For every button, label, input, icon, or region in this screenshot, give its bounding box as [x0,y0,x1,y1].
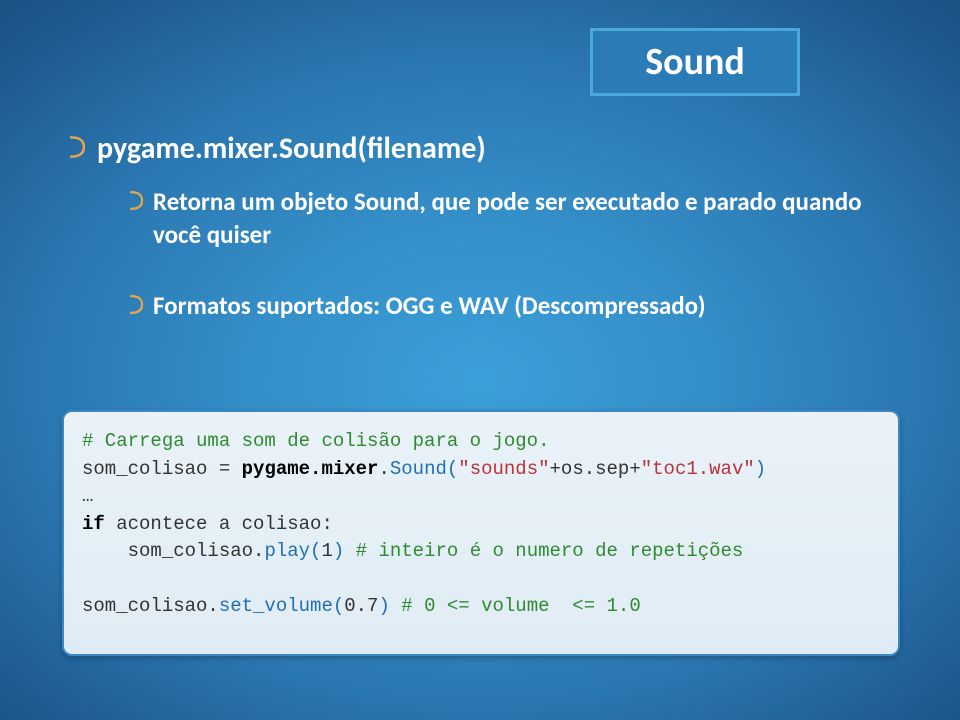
code-text: som_colisao. [82,595,219,617]
bullet-icon [130,295,143,314]
bullet-icon [70,136,85,158]
sub-bullet-desc-text: Retorna um objeto Sound, que pode ser ex… [153,186,890,251]
page-title: Sound [645,39,745,85]
bullet-icon [130,191,143,210]
code-call: Sound( [390,458,458,480]
code-text: acontece a colisao: [105,513,333,535]
code-num: 1 [321,540,332,562]
code-kw: if [82,513,105,535]
code-call: set_volume( [219,595,344,617]
code-num: 0.7 [344,595,378,617]
code-call: ) [378,595,389,617]
code-text [390,595,401,617]
code-comment: # inteiro é o numero de repetições [356,540,744,562]
bullet-api-text: pygame.mixer.Sound(filename) [97,130,486,167]
code-comment: # 0 <= volume <= 1.0 [401,595,640,617]
code-call: ) [755,458,766,480]
sub-bullet-formats-text: Formatos suportados: OGG e WAV (Descompr… [153,290,706,323]
code-comment: # Carrega uma som de colisão para o jogo… [82,430,549,452]
code-call: ) [333,540,344,562]
code-kw: pygame.mixer [242,458,379,480]
code-box: # Carrega uma som de colisão para o jogo… [62,410,900,656]
code-text: . [378,458,389,480]
code-string: "sounds" [458,458,549,480]
code-call: play( [264,540,321,562]
code-text: +os.sep+ [550,458,641,480]
code-text [344,540,355,562]
code-text: … [82,485,93,507]
code-string: "toc1.wav" [641,458,755,480]
code-text: som_colisao = [82,458,242,480]
sub-bullet-desc: Retorna um objeto Sound, que pode ser ex… [130,186,890,251]
bullet-api: pygame.mixer.Sound(filename) [70,130,486,167]
code-text: som_colisao. [82,540,264,562]
sub-bullet-formats: Formatos suportados: OGG e WAV (Descompr… [130,290,890,323]
title-box: Sound [590,28,800,96]
